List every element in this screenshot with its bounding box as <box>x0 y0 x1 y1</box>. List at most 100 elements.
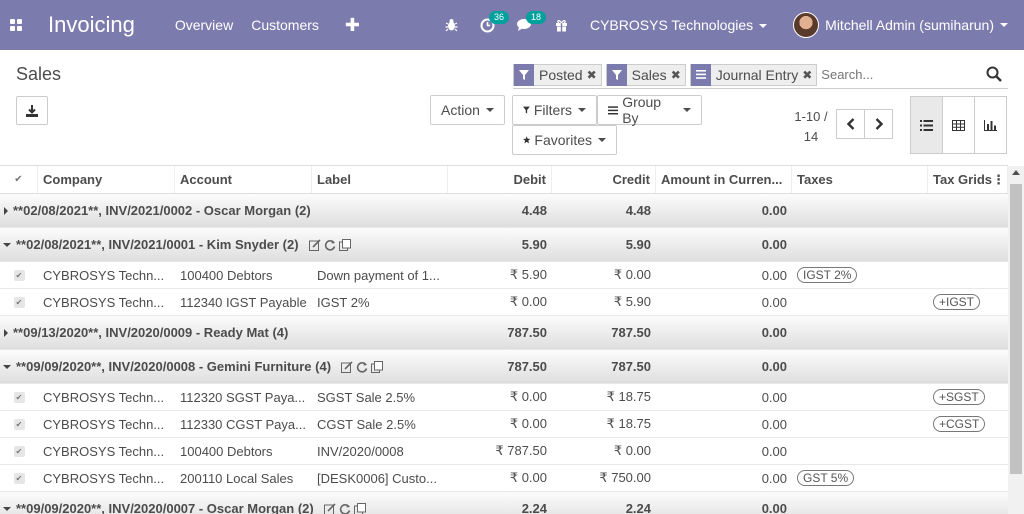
close-icon[interactable]: ✖ <box>802 68 816 82</box>
chevron-left-icon <box>846 118 854 130</box>
chevron-down-icon <box>578 108 586 112</box>
activity-clock-icon[interactable]: 36 <box>480 0 509 50</box>
cell-company: CYBROSYS Techn... <box>43 389 165 405</box>
cell-amount: 0.00 <box>761 443 787 459</box>
company-name: CYBROSYS Technologies <box>589 17 754 33</box>
col-company[interactable]: Company <box>38 166 175 193</box>
scroll-thumb[interactable] <box>1010 184 1022 474</box>
cell-taxes: IGST 2% <box>792 267 928 283</box>
copy-icon[interactable] <box>338 238 351 251</box>
pager-value[interactable]: 1-10 / 14 <box>793 107 829 147</box>
graph-view-button[interactable] <box>974 96 1007 154</box>
select-all-checkbox[interactable]: ✔ <box>0 166 38 193</box>
company-switcher[interactable]: CYBROSYS Technologies <box>589 17 768 33</box>
menu-overview[interactable]: Overview <box>175 17 233 33</box>
table-row[interactable]: ✔ CYBROSYS Techn... 200110 Local Sales [DES… <box>0 465 1008 492</box>
tax-grid-tag: +SGST <box>933 389 985 405</box>
copy-icon[interactable] <box>371 360 384 373</box>
action-label: Action <box>441 102 480 118</box>
row-checkbox[interactable]: ✔ <box>0 269 38 281</box>
close-icon[interactable]: ✖ <box>587 68 601 82</box>
table-row[interactable]: ✔ CYBROSYS Techn... 112320 SGST Paya... SGS… <box>0 384 1008 411</box>
table-row[interactable]: ✔ CYBROSYS Techn... 100400 Debtors INV/2020… <box>0 438 1008 465</box>
group-label: **09/13/2020**, INV/2020/0009 - Ready Ma… <box>13 325 289 340</box>
user-menu[interactable]: Mitchell Admin (sumiharun) <box>793 12 1008 38</box>
column-options-icon[interactable]: ⋮ <box>992 172 1005 188</box>
pivot-view-button[interactable] <box>942 96 975 154</box>
group-amount: 0.00 <box>761 203 787 218</box>
pager-next-button[interactable] <box>864 109 893 139</box>
messages-icon[interactable]: 18 <box>516 0 546 50</box>
col-debit[interactable]: Debit <box>448 166 552 193</box>
gift-icon[interactable] <box>555 0 568 50</box>
pager-previous-button[interactable] <box>836 109 865 139</box>
action-button[interactable]: Action <box>430 95 505 125</box>
group-row[interactable]: **09/09/2020**, INV/2020/0007 - Oscar Mo… <box>0 492 1008 514</box>
search-icon[interactable] <box>986 66 1002 82</box>
group-debit: 787.50 <box>507 359 547 374</box>
refresh-icon[interactable] <box>356 361 368 373</box>
chevron-down-icon <box>759 24 768 29</box>
top-navbar: Invoicing Overview Customers ✚ 36 18 CYB… <box>0 0 1024 50</box>
export-download-button[interactable] <box>16 96 48 125</box>
col-account[interactable]: Account <box>175 166 312 193</box>
search-bar: Posted ✖ Sales ✖ Journal Entry ✖ <box>513 61 1008 89</box>
cell-amount: 0.00 <box>761 267 787 283</box>
row-checkbox[interactable]: ✔ <box>0 445 38 457</box>
table-icon <box>952 119 965 131</box>
table-row[interactable]: ✔ CYBROSYS Techn... 100400 Debtors Down pay… <box>0 262 1008 289</box>
group-row[interactable]: **02/08/2021**, INV/2021/0002 - Oscar Mo… <box>0 194 1008 228</box>
cell-credit: ₹ 18.75 <box>606 416 651 431</box>
filters-button[interactable]: Filters <box>512 95 597 125</box>
facet-posted[interactable]: Posted ✖ <box>513 63 602 86</box>
menu-customers[interactable]: Customers <box>251 17 319 33</box>
col-credit[interactable]: Credit <box>552 166 656 193</box>
tax-tag: GST 5% <box>797 470 855 486</box>
cell-credit: ₹ 18.75 <box>606 389 651 404</box>
row-checkbox[interactable]: ✔ <box>0 472 38 484</box>
app-title[interactable]: Invoicing <box>48 12 135 38</box>
col-tax-grids[interactable]: Tax Grids ⋮ <box>928 166 1008 193</box>
group-row[interactable]: **09/13/2020**, INV/2020/0009 - Ready Ma… <box>0 316 1008 350</box>
scroll-up-arrow-icon[interactable] <box>1012 170 1020 175</box>
cell-company: CYBROSYS Techn... <box>43 443 165 459</box>
vertical-scrollbar[interactable] <box>1008 166 1024 514</box>
edit-icon[interactable] <box>341 360 353 373</box>
pager-range: 1-10 / <box>794 109 828 124</box>
col-taxes[interactable]: Taxes <box>792 166 928 193</box>
favorites-button[interactable]: Favorites <box>512 125 617 155</box>
cell-company: CYBROSYS Techn... <box>43 416 165 432</box>
close-icon[interactable]: ✖ <box>671 68 685 82</box>
table-row[interactable]: ✔ CYBROSYS Techn... 112340 IGST Payable IGS… <box>0 289 1008 316</box>
row-checkbox[interactable]: ✔ <box>0 391 38 403</box>
refresh-icon[interactable] <box>339 503 351 514</box>
list-view-button[interactable] <box>910 96 943 154</box>
cell-account: 100400 Debtors <box>180 443 273 459</box>
col-amount-currency[interactable]: Amount in Curren... <box>656 166 792 193</box>
group-amount: 0.00 <box>761 359 787 374</box>
row-checkbox[interactable]: ✔ <box>0 296 38 308</box>
star-icon <box>523 136 531 144</box>
group-label: **02/08/2021**, INV/2021/0001 - Kim Snyd… <box>16 237 299 252</box>
bug-icon[interactable] <box>445 0 458 50</box>
apps-menu-icon[interactable] <box>0 0 32 50</box>
edit-icon[interactable] <box>308 238 321 251</box>
facet-sales[interactable]: Sales ✖ <box>605 63 686 86</box>
table-row[interactable]: ✔ CYBROSYS Techn... 112330 CGST Paya... CGS… <box>0 411 1008 438</box>
group-icon <box>690 63 711 86</box>
group-row[interactable]: **09/09/2020**, INV/2020/0008 - Gemini F… <box>0 350 1008 384</box>
refresh-icon[interactable] <box>324 239 336 251</box>
row-checkbox[interactable]: ✔ <box>0 418 38 430</box>
facet-label: Journal Entry <box>715 66 799 83</box>
cell-tax-grids: +SGST <box>928 389 1008 405</box>
group-icon <box>608 105 619 114</box>
col-label[interactable]: Label <box>312 166 448 193</box>
facet-journal-entry[interactable]: Journal Entry ✖ <box>689 63 818 86</box>
edit-icon[interactable] <box>323 502 336 514</box>
group-row[interactable]: **02/08/2021**, INV/2021/0001 - Kim Snyd… <box>0 228 1008 262</box>
group-label: **02/08/2021**, INV/2021/0002 - Oscar Mo… <box>13 203 311 218</box>
plus-icon[interactable]: ✚ <box>345 15 360 36</box>
group-by-button[interactable]: Group By <box>597 94 702 126</box>
search-input[interactable] <box>821 67 992 82</box>
copy-icon[interactable] <box>353 502 366 514</box>
